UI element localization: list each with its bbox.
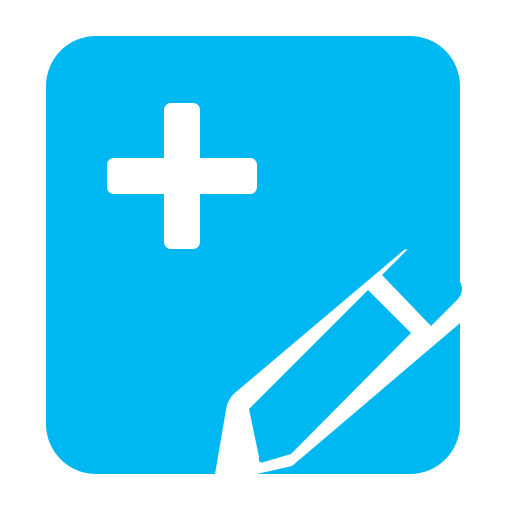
add-note-edit-svg xyxy=(46,36,471,483)
add-note-edit-icon[interactable] xyxy=(0,0,512,512)
